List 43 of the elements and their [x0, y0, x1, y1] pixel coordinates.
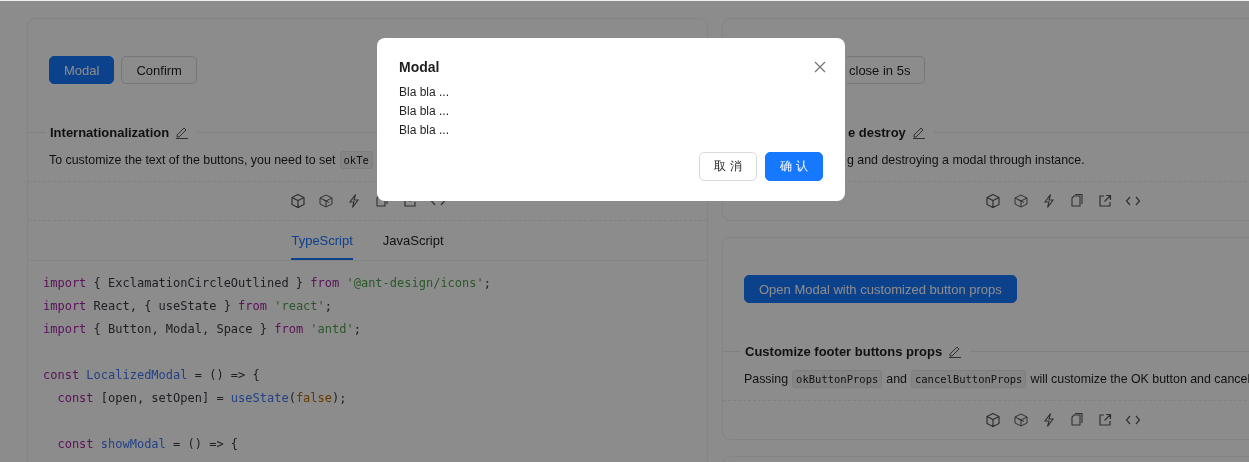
code-chip: okTe	[339, 151, 373, 169]
description-text: Passing	[744, 372, 789, 386]
modal-button[interactable]: 取 消	[699, 152, 758, 181]
section-title: Customize footer buttons props	[744, 343, 943, 359]
demo-button[interactable]: Open Modal with customized button props	[744, 275, 1017, 303]
external-link-icon[interactable]	[1096, 193, 1113, 209]
section-title: e destroy	[847, 124, 906, 140]
modal-text: Bla bla ...	[399, 103, 450, 120]
copy-icon[interactable]	[1068, 193, 1085, 209]
pencil-icon[interactable]	[948, 344, 963, 358]
description-text: To customize the text of the buttons, you need to set	[49, 153, 336, 167]
section-title: Internationalization	[49, 124, 170, 140]
modal-title: Modal	[399, 59, 440, 75]
demo-button[interactable]: Confirm	[121, 56, 197, 84]
code-tab[interactable]: JavaScript	[382, 221, 444, 260]
code-line: import { Button, Modal, Space } from 'antd';	[43, 321, 361, 338]
code-line: const [open, setOpen] = useState(false);	[57, 390, 347, 407]
demo-button[interactable]: close in 5s	[847, 56, 926, 84]
description-text: and	[886, 372, 907, 386]
copy-icon[interactable]	[1068, 412, 1085, 428]
code-line: const showModal = () => {	[57, 436, 239, 453]
close-icon[interactable]	[814, 61, 826, 73]
hexagon-icon[interactable]	[1012, 193, 1029, 209]
description-text: g and destroying a modal through instance.	[847, 153, 1085, 167]
hexagon-icon[interactable]	[1012, 412, 1029, 428]
code-chip: okButtonProps	[792, 370, 883, 388]
description-text: will customize the OK button and cancel	[1030, 372, 1249, 386]
code-tab[interactable]: TypeScript	[291, 221, 353, 260]
code-line: import { ExclamationCircleOutlined } from '@ant-design/icons';	[43, 275, 491, 292]
external-link-icon[interactable]	[1096, 412, 1113, 428]
code-chip: cancelButtonProps	[910, 370, 1027, 388]
cube-icon[interactable]	[984, 412, 1001, 428]
demo-button[interactable]: Modal	[49, 56, 115, 84]
cube-icon[interactable]	[289, 193, 306, 209]
cube-icon[interactable]	[984, 193, 1001, 209]
modal-text: Bla bla ...	[399, 122, 450, 139]
hexagon-icon[interactable]	[317, 193, 334, 209]
code-line: import React, { useState } from 'react';	[43, 298, 332, 315]
modal-button[interactable]: 确 认	[765, 152, 823, 181]
code-line: const LocalizedModal = () => {	[43, 367, 260, 384]
modal-text: Bla bla ...	[399, 84, 450, 101]
pencil-icon[interactable]	[175, 125, 190, 139]
pencil-icon[interactable]	[911, 125, 926, 139]
